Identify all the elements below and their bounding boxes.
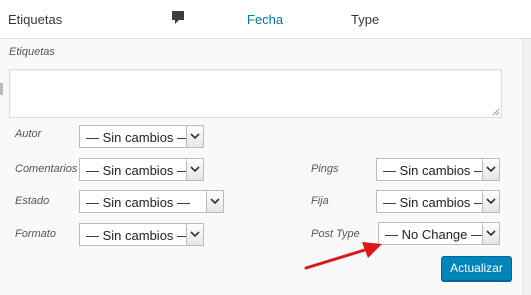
column-type: Type (351, 12, 380, 27)
pings-select[interactable]: — Sin cambios — (376, 158, 500, 181)
etiquetas-label: Etiquetas (9, 46, 55, 58)
chevron-down-icon (186, 126, 203, 147)
fija-select[interactable]: — Sin cambios — (376, 190, 500, 213)
chevron-down-icon (186, 159, 203, 180)
annotation-arrow-icon (304, 242, 382, 270)
estado-label: Estado (15, 195, 50, 207)
estado-select[interactable]: — Sin cambios — (79, 190, 224, 213)
pings-select-value: — Sin cambios — (383, 163, 488, 178)
chevron-down-icon (482, 191, 499, 212)
chevron-down-icon (186, 224, 203, 245)
column-etiquetas: Etiquetas (8, 12, 63, 27)
table-header: Etiquetas Fecha Type (0, 0, 531, 39)
fija-label: Fija (311, 195, 329, 207)
post-type-select[interactable]: — No Change — (378, 222, 500, 245)
estado-select-value: — Sin cambios — (86, 195, 191, 210)
comentarios-label: Comentarios (15, 163, 78, 175)
post-type-select-value: — No Change — (385, 227, 484, 242)
autor-label: Autor (15, 128, 42, 140)
chevron-down-icon (482, 159, 499, 180)
comment-bubble-icon[interactable] (172, 11, 184, 25)
formato-select-value: — Sin cambios — (86, 228, 191, 243)
resize-grip-icon[interactable] (493, 109, 499, 115)
comentarios-select[interactable]: — Sin cambios — (79, 158, 204, 181)
etiquetas-textarea[interactable] (9, 69, 502, 118)
formato-label: Formato (15, 228, 56, 240)
chevron-down-icon (206, 191, 223, 212)
panel-edge-marker (0, 83, 3, 95)
autor-select-value: — Sin cambios — (86, 130, 191, 145)
chevron-down-icon (482, 223, 499, 244)
comentarios-select-value: — Sin cambios — (86, 163, 191, 178)
pings-label: Pings (311, 163, 339, 175)
actualizar-button[interactable]: Actualizar (441, 256, 512, 281)
fija-select-value: — Sin cambios — (383, 195, 488, 210)
formato-select[interactable]: — Sin cambios — (79, 223, 204, 246)
autor-select[interactable]: — Sin cambios — (79, 125, 204, 148)
column-fecha-link[interactable]: Fecha (247, 12, 283, 27)
